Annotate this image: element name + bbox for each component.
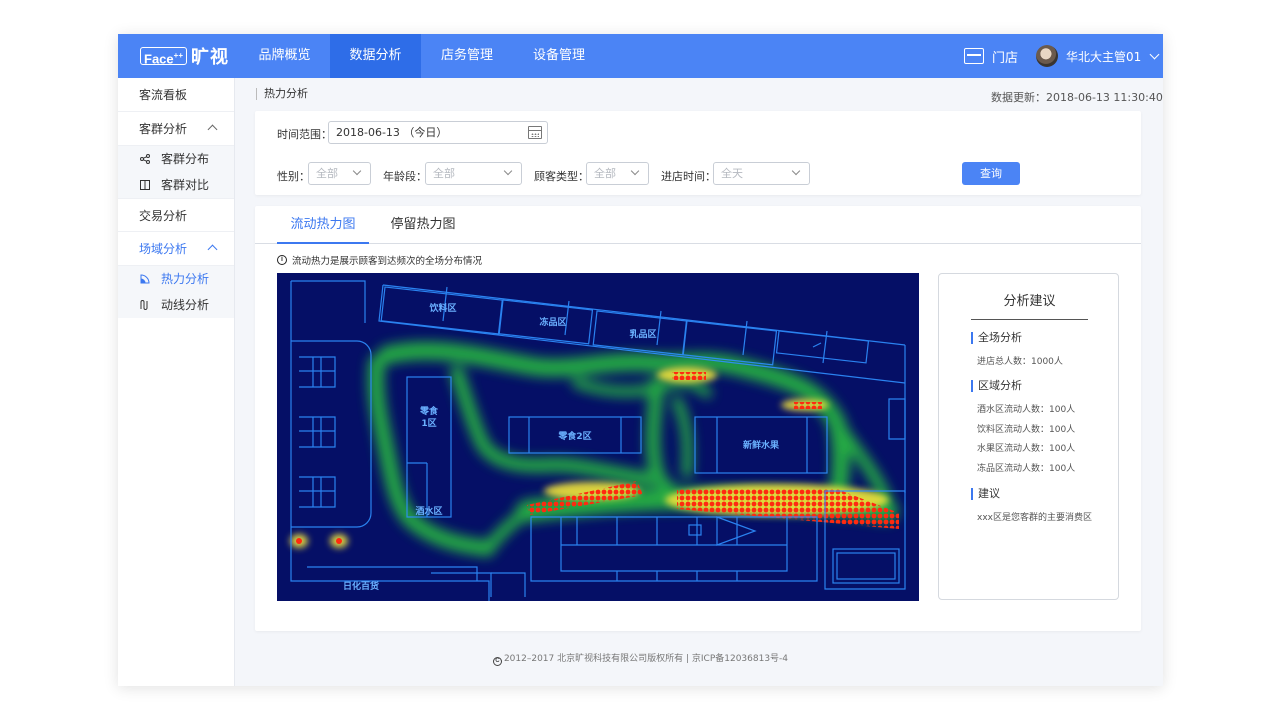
nav-device-management[interactable]: 设备管理 <box>518 34 600 78</box>
chevron-down-icon <box>1149 49 1160 59</box>
top-nav: Face++ 旷视 品牌概览 数据分析 店务管理 设备管理 门店 华北大主管01 <box>118 34 1163 78</box>
age-label: 年龄段： <box>383 170 427 183</box>
zone-dairy: 乳品区 <box>629 328 656 340</box>
zone-wine: 酒水区 <box>415 505 442 517</box>
sidebar-item-label: 客群对比 <box>161 178 210 192</box>
data-update-time: 数据更新：2018-06-13 11:30:40 <box>991 91 1163 104</box>
nav-store-management[interactable]: 店务管理 <box>426 34 508 78</box>
select-value: 全部 <box>594 167 616 180</box>
sidebar-item-label: 客群分布 <box>161 152 210 166</box>
tab-flow-heatmap[interactable]: 流动热力图 <box>277 206 369 244</box>
nav-data-analysis[interactable]: 数据分析 <box>330 34 421 78</box>
sidebar-item-heat-analysis[interactable]: 热力分析 <box>118 266 234 292</box>
share-icon <box>140 154 150 164</box>
customer-type-label: 顾客类型： <box>534 170 589 183</box>
sidebar-submenu-venue: 热力分析 动线分析 <box>118 266 234 318</box>
zone-snack1-line1: 零食 <box>419 405 439 417</box>
select-value: 全部 <box>316 167 338 180</box>
age-select[interactable]: 全部 <box>425 162 522 185</box>
store-heatmap: 饮料区 冻品区 乳品区 零食 1区 零食2区 新鲜水果 酒水区 日化百货 <box>277 273 919 601</box>
suggest-text: xxx区是您客群的主要消费区 <box>977 513 1092 523</box>
sidebar-item-trade-analysis[interactable]: 交易分析 <box>118 198 234 232</box>
chevron-down-icon <box>503 166 513 176</box>
date-picker[interactable]: 2018-06-13 （今日） <box>328 121 548 144</box>
entry-time-label: 进店时间： <box>661 170 716 183</box>
customer-type-select[interactable]: 全部 <box>586 162 649 185</box>
filter-panel: 时间范围： 2018-06-13 （今日） 性别： 全部 年龄段： 全部 顾客类… <box>255 111 1141 195</box>
calendar-icon <box>528 126 542 139</box>
sidebar-item-customer-distribution[interactable]: 客群分布 <box>118 146 234 172</box>
time-range-label: 时间范围： <box>277 128 332 141</box>
advice-title: 分析建议 <box>971 290 1088 320</box>
overall-text: 进店总人数：1000人 <box>977 357 1063 367</box>
store-icon <box>964 48 984 64</box>
sidebar-item-label: 场域分析 <box>139 242 188 256</box>
zone-line: 水果区流动人数：100人 <box>977 444 1076 454</box>
zone-snack1-line2: 1区 <box>421 418 436 429</box>
path-icon <box>140 300 148 310</box>
sidebar-item-customer-compare[interactable]: 客群对比 <box>118 172 234 198</box>
suggest-heading: 建议 <box>971 488 1000 500</box>
breadcrumb: 热力分析 <box>256 88 308 100</box>
user-menu[interactable]: 华北大主管01 <box>1036 45 1160 67</box>
footer-text: 2012–2017 北京旷视科技有限公司版权所有 | 京ICP备12036813… <box>503 654 789 664</box>
zone-drinks: 饮料区 <box>428 302 456 314</box>
logo-text: 旷视 <box>190 47 229 68</box>
select-value: 全部 <box>433 167 455 180</box>
chevron-up-icon <box>207 124 218 135</box>
chevron-up-icon <box>207 244 218 255</box>
heatmap-hint: i 流动热力是展示顾客到达频次的全场分布情况 <box>277 253 482 267</box>
tab-stay-heatmap[interactable]: 停留热力图 <box>375 206 471 244</box>
heatmap-canvas: 饮料区 冻品区 乳品区 零食 1区 零食2区 新鲜水果 酒水区 日化百货 <box>290 280 906 601</box>
sidebar-group-venue-analysis[interactable]: 场域分析 <box>118 232 234 266</box>
query-button[interactable]: 查询 <box>962 162 1020 185</box>
sidebar-item-label: 热力分析 <box>161 272 210 286</box>
advice-panel: 分析建议 全场分析 进店总人数：1000人 区域分析 酒水区流动人数：100人 … <box>938 273 1119 600</box>
sidebar-item-label: 交易分析 <box>139 209 188 223</box>
sidebar-item-traffic-board[interactable]: 客流看板 <box>118 78 234 112</box>
sidebar-item-label: 客群分析 <box>139 122 188 136</box>
app-window: Face++ 旷视 品牌概览 数据分析 店务管理 设备管理 门店 华北大主管01… <box>118 34 1163 686</box>
store-label: 门店 <box>992 50 1019 66</box>
zone-frozen: 冻品区 <box>539 316 566 328</box>
sidebar-submenu-customer: 客群分布 客群对比 <box>118 146 234 198</box>
store-selector[interactable]: 门店 <box>964 46 1018 66</box>
zone-line: 冻品区流动人数：100人 <box>977 464 1076 474</box>
zone-line: 酒水区流动人数：100人 <box>977 405 1076 415</box>
chevron-down-icon <box>352 166 362 176</box>
copyright-icon: C <box>492 657 502 666</box>
sidebar-group-customer-analysis[interactable]: 客群分析 <box>118 112 234 146</box>
sidebar-item-label: 动线分析 <box>161 298 210 312</box>
gender-select[interactable]: 全部 <box>308 162 371 185</box>
select-value: 全天 <box>721 167 743 180</box>
nav-brand-overview[interactable]: 品牌概览 <box>244 34 325 78</box>
heatmap-tabs: 流动热力图 停留热力图 <box>255 206 1141 244</box>
zone-fresh: 新鲜水果 <box>743 439 780 451</box>
zone-daily: 日化百货 <box>343 580 379 592</box>
overall-heading: 全场分析 <box>971 332 1022 344</box>
date-value: 2018-06-13 （今日） <box>336 126 448 139</box>
zone-line: 饮料区流动人数：100人 <box>977 425 1076 435</box>
sidebar: 客流看板 客群分析 客群分布 客群对比 交易分析 场域分析 热力分析 动线分析 <box>118 78 235 686</box>
sidebar-item-path-analysis[interactable]: 动线分析 <box>118 292 234 318</box>
heatmap-panel: 流动热力图 停留热力图 i 流动热力是展示顾客到达频次的全场分布情况 饮料区 冻… <box>255 206 1141 631</box>
info-icon: i <box>277 255 287 265</box>
hint-text: 流动热力是展示顾客到达频次的全场分布情况 <box>292 256 483 267</box>
compare-icon <box>140 180 150 190</box>
brand-logo[interactable]: Face++ 旷视 <box>140 44 229 68</box>
entry-time-select[interactable]: 全天 <box>713 162 810 185</box>
sidebar-item-label: 客流看板 <box>139 88 188 102</box>
heat-icon <box>140 274 150 284</box>
gender-label: 性别： <box>277 170 310 183</box>
zone-heading: 区域分析 <box>971 380 1022 392</box>
chevron-down-icon <box>630 166 640 176</box>
footer: C 2012–2017 北京旷视科技有限公司版权所有 | 京ICP备1203681… <box>118 651 1163 666</box>
zone-snack2: 零食2区 <box>557 430 591 442</box>
logo-mark: Face++ <box>140 47 187 66</box>
chevron-down-icon <box>791 166 801 176</box>
avatar <box>1036 45 1058 67</box>
user-name: 华北大主管01 <box>1066 49 1142 64</box>
